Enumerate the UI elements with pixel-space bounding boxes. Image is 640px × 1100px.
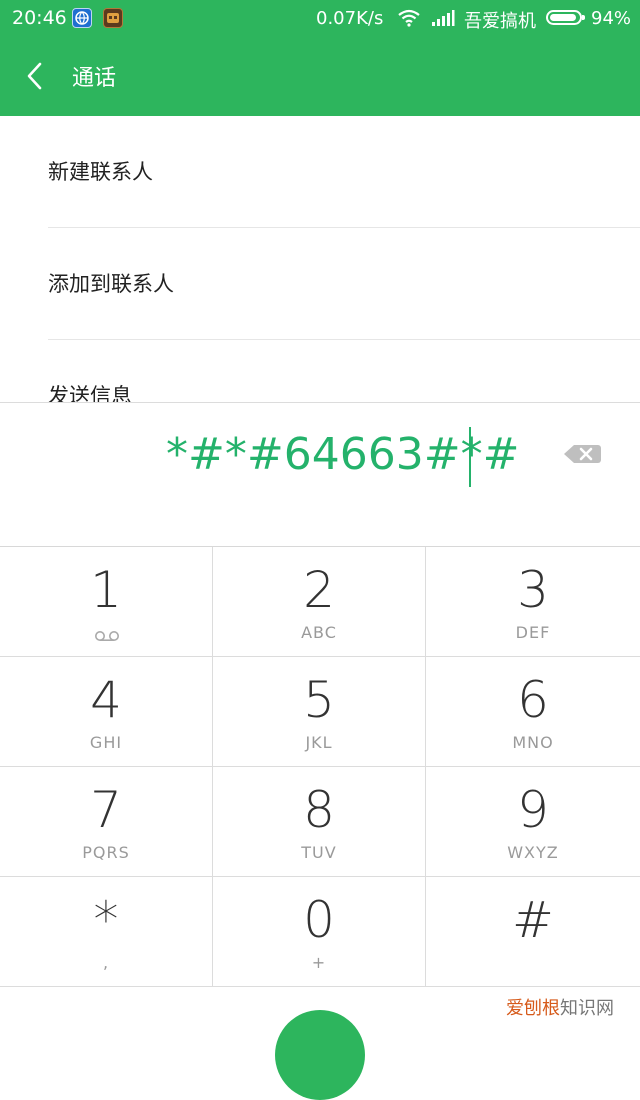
key-digit: 9 xyxy=(517,781,549,839)
key-8[interactable]: 8 TUV xyxy=(213,767,426,877)
option-label: 添加到联系人 xyxy=(48,272,174,296)
battery-nub xyxy=(582,15,585,20)
key-digit: 0 xyxy=(303,891,335,949)
key-digit: 7 xyxy=(90,781,122,839)
key-letters: JKL xyxy=(305,733,333,752)
key-5[interactable]: 5 JKL xyxy=(213,657,426,767)
key-letters: GHI xyxy=(89,733,123,752)
status-bar: 20:46 0.07K/s 吾爱搞机 94% xyxy=(0,0,640,36)
key-digit: 8 xyxy=(303,781,335,839)
key-1[interactable]: 1 xyxy=(0,547,213,657)
option-label: 发送信息 xyxy=(48,384,132,402)
backspace-icon xyxy=(564,445,601,463)
key-9[interactable]: 9 WXYZ xyxy=(426,767,640,877)
key-letters: , xyxy=(102,953,110,972)
backspace-button[interactable] xyxy=(560,439,604,469)
watermark-rest: 知识网 xyxy=(560,998,614,1019)
key-digit: 5 xyxy=(303,671,335,729)
battery-fill xyxy=(550,14,576,21)
key-0[interactable]: 0 + xyxy=(213,877,426,987)
key-4[interactable]: 4 GHI xyxy=(0,657,213,767)
key-digit: 2 xyxy=(303,561,335,619)
key-star[interactable]: * , xyxy=(0,877,213,987)
network-speed: 0.07K/s xyxy=(316,8,384,29)
chevron-left-icon xyxy=(27,62,42,90)
app-header: 通话 xyxy=(0,36,640,116)
text-cursor xyxy=(469,427,471,487)
battery-icon xyxy=(546,10,582,25)
key-letters: + xyxy=(311,953,327,972)
key-letters: TUV xyxy=(301,843,337,862)
key-letters: WXYZ xyxy=(507,843,559,862)
key-digit: 6 xyxy=(517,671,549,729)
game-app-icon xyxy=(103,8,123,28)
key-2[interactable]: 2 ABC xyxy=(213,547,426,657)
back-button[interactable] xyxy=(14,56,58,100)
battery-percent: 94% xyxy=(591,8,632,29)
key-digit: 4 xyxy=(90,671,122,729)
key-7[interactable]: 7 PQRS xyxy=(0,767,213,877)
browser-app-icon xyxy=(72,8,92,28)
send-message-option[interactable]: 发送信息 xyxy=(48,340,640,402)
signal-icon xyxy=(431,9,455,32)
voicemail-icon xyxy=(94,627,120,646)
key-digit: # xyxy=(512,891,554,949)
dial-display: *#*#64663#*# xyxy=(0,402,640,546)
key-3[interactable]: 3 DEF xyxy=(426,547,640,657)
key-digit: 3 xyxy=(517,561,549,619)
key-6[interactable]: 6 MNO xyxy=(426,657,640,767)
carrier-name: 吾爱搞机 xyxy=(464,11,536,32)
dialed-number[interactable]: *#*#64663#*# xyxy=(166,429,519,480)
option-label: 新建联系人 xyxy=(48,160,153,184)
new-contact-option[interactable]: 新建联系人 xyxy=(48,116,640,228)
status-time: 20:46 xyxy=(12,7,67,29)
key-digit: 1 xyxy=(90,561,122,619)
wifi-icon xyxy=(397,9,421,32)
page-title: 通话 xyxy=(72,66,117,91)
key-letters: PQRS xyxy=(82,843,130,862)
watermark: 爱刨根知识网 xyxy=(506,994,614,1020)
key-letters: ABC xyxy=(301,623,337,642)
keypad: 1 2 ABC 3 DEF 4 GHI 5 JKL 6 MNO 7 PQRS 8… xyxy=(0,546,640,987)
key-hash[interactable]: # xyxy=(426,877,640,987)
key-digit: * xyxy=(93,891,119,949)
watermark-highlight: 爱刨根 xyxy=(506,998,560,1019)
key-letters: DEF xyxy=(515,623,551,642)
key-letters: MNO xyxy=(512,733,554,752)
add-to-contact-option[interactable]: 添加到联系人 xyxy=(48,228,640,340)
option-list: 新建联系人 添加到联系人 发送信息 xyxy=(0,116,640,402)
